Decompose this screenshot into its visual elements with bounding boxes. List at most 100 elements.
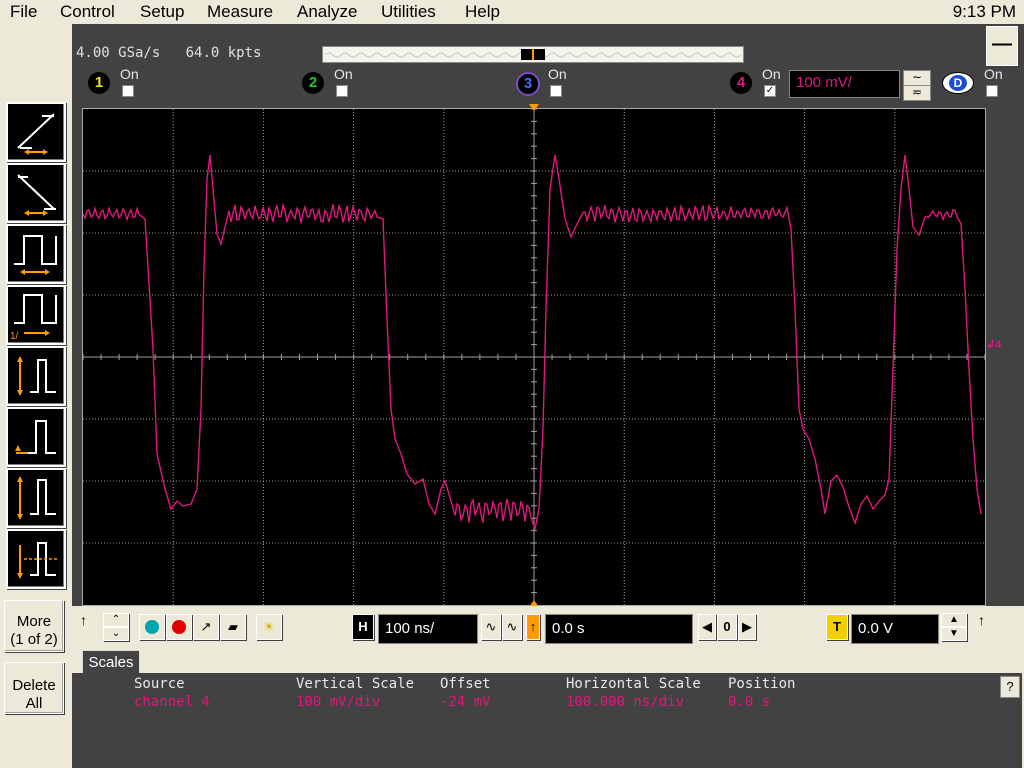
trigger-marker-icon[interactable]: ↑	[978, 612, 985, 628]
horizontal-label[interactable]: H	[352, 614, 374, 640]
frequency-button[interactable]: 1/	[6, 285, 66, 345]
period-button[interactable]	[6, 224, 66, 284]
clock: 9:13 PM	[952, 2, 1016, 21]
clear-display-button[interactable]: ▰	[220, 614, 246, 640]
menu-measure[interactable]: Measure	[207, 2, 273, 22]
trigger-level-field[interactable]: 0.0 V	[851, 614, 939, 644]
acquisition-info: 4.00 GSa/s 64.0 kpts	[76, 45, 261, 61]
stop-button[interactable]	[166, 614, 192, 640]
channel-2-checkbox[interactable]	[336, 85, 348, 97]
offset-value: -24 mV	[440, 694, 491, 710]
menu-utilities[interactable]: Utilities	[381, 2, 436, 22]
amplitude-button[interactable]	[6, 346, 66, 406]
offset-header: Offset	[440, 676, 491, 692]
trigger-level-marker[interactable]: ↲4	[986, 338, 1001, 351]
run-button[interactable]	[139, 614, 165, 640]
peak-to-peak-button[interactable]	[6, 468, 66, 528]
menu-setup[interactable]: Setup	[140, 2, 184, 22]
cursor-marker-icon[interactable]: ↑	[80, 612, 87, 628]
position-right-arrow[interactable]: ▶	[738, 614, 756, 640]
autoscale-sun-icon: ☀	[263, 619, 275, 634]
scroll-up-icon[interactable]: ⌃	[103, 613, 129, 627]
more-page-label: (1 of 2)	[10, 631, 58, 648]
minimize-button[interactable]: —	[986, 26, 1018, 66]
trigger-position-top-marker	[529, 104, 539, 111]
channel-3-on-label: On	[548, 66, 567, 82]
channel-4-waveform	[82, 154, 982, 532]
single-icon: ↗	[200, 619, 212, 634]
digital-checkbox[interactable]	[986, 85, 998, 97]
dc-coupling-icon[interactable]: ≂	[903, 85, 931, 101]
memory-timeline[interactable]	[322, 46, 744, 63]
channel-2-indicator[interactable]: 2	[302, 72, 324, 94]
horizontal-fine-icon[interactable]: ∿	[481, 614, 501, 640]
help-button[interactable]: ?	[1000, 676, 1020, 698]
period-icon	[14, 235, 57, 275]
waveform-graticule	[82, 108, 986, 606]
channel-4-checkbox[interactable]: ✓	[764, 85, 776, 97]
trigger-label[interactable]: T	[826, 614, 848, 640]
top-level-icon	[15, 420, 56, 454]
menu-help[interactable]: Help	[465, 2, 500, 22]
left-toolbar: 1/ More (1 of 2) Delete All	[0, 24, 72, 768]
channel-4-scale-field[interactable]: 100 mV/	[789, 70, 900, 98]
channel-4-indicator[interactable]: 4	[730, 72, 752, 94]
trigger-level-arrow-icon: ↲	[986, 339, 996, 351]
more-label: More	[16, 613, 52, 630]
position-value: 0.0 s	[728, 694, 771, 710]
vertical-scale-value: 100 mV/div	[296, 694, 381, 710]
frequency-icon: 1/	[10, 294, 57, 342]
trigger-level-up-icon[interactable]: ▲	[941, 613, 967, 627]
menu-control[interactable]: Control	[60, 2, 115, 22]
channel-1-on-label: On	[120, 66, 139, 82]
scroll-down-icon[interactable]: ⌄	[103, 627, 129, 641]
digital-label: D	[949, 75, 967, 91]
top-level-button[interactable]	[6, 407, 66, 467]
digital-channels-button[interactable]: D	[942, 72, 974, 94]
channel-3-checkbox[interactable]	[550, 85, 562, 97]
horizontal-scale-field[interactable]: 100 ns/	[378, 614, 478, 644]
fall-time-icon	[17, 174, 56, 216]
source-value: channel 4	[134, 694, 210, 710]
eraser-icon: ▰	[228, 619, 238, 634]
run-icon	[145, 620, 159, 634]
horizontal-scale-header: Horizontal Scale	[566, 676, 701, 692]
timeline-wave-icon	[324, 49, 742, 60]
fall-time-button[interactable]	[6, 163, 66, 223]
position-header: Position	[728, 676, 796, 692]
more-button[interactable]: More (1 of 2)	[4, 600, 64, 652]
all-label: All	[25, 695, 43, 712]
single-button[interactable]: ↗	[193, 614, 219, 640]
waveform-display[interactable]	[82, 108, 986, 606]
stop-icon	[172, 620, 186, 634]
menu-analyze[interactable]: Analyze	[297, 2, 357, 22]
menu-file[interactable]: File	[10, 2, 37, 22]
delete-all-button[interactable]: Delete All	[4, 662, 64, 714]
channel-2-on-label: On	[334, 66, 353, 82]
measurement-panel: Source Vertical Scale Offset Horizontal …	[72, 673, 1022, 768]
amplitude-icon	[17, 356, 56, 396]
delete-label: Delete	[12, 677, 56, 694]
average-button[interactable]	[6, 529, 66, 589]
channel-4-on-label: On	[762, 66, 781, 82]
channel-1-indicator[interactable]: 1	[88, 72, 110, 94]
trigger-level-down-icon[interactable]: ▼	[941, 627, 967, 641]
menu-bar: File Control Setup Measure Analyze Utili…	[0, 0, 1024, 24]
trigger-channel-marker: 4	[995, 339, 1002, 351]
ac-coupling-icon[interactable]: ∼	[903, 70, 931, 86]
horizontal-coarse-icon[interactable]: ∿	[502, 614, 522, 640]
memory-depth: 64.0 kpts	[185, 45, 262, 61]
horizontal-position-field[interactable]: 0.0 s	[545, 614, 693, 644]
horizontal-scale-value: 100.000 ns/div	[566, 694, 685, 710]
channel-3-indicator[interactable]: 3	[516, 72, 540, 96]
rise-time-button[interactable]	[6, 102, 66, 162]
autoscale-button[interactable]: ☀	[256, 614, 282, 640]
tab-scales[interactable]: Scales	[82, 650, 140, 675]
channel-1-checkbox[interactable]	[122, 85, 134, 97]
source-header: Source	[134, 676, 185, 692]
horizontal-reference-icon[interactable]: ↑	[526, 614, 540, 640]
sample-rate: 4.00 GSa/s	[76, 45, 161, 61]
peak-to-peak-icon	[17, 476, 56, 520]
position-left-arrow[interactable]: ◀	[698, 614, 716, 640]
position-zero-button[interactable]: 0	[717, 614, 737, 640]
